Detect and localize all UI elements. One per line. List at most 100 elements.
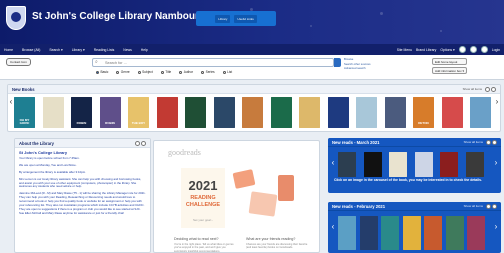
book-cover[interactable] (156, 97, 178, 128)
nav-home[interactable]: Home (4, 48, 13, 52)
banner-sparkle (440, 30, 442, 32)
book-cover[interactable] (356, 97, 377, 128)
book-cover[interactable] (440, 152, 458, 177)
set-goal-link[interactable]: Set your goal › (193, 218, 213, 222)
book-cover[interactable]: ROBIN (71, 97, 92, 128)
nav-news[interactable]: News (123, 48, 131, 52)
delete-icon[interactable] (491, 86, 496, 92)
book-cover[interactable] (359, 216, 378, 250)
edit-icon[interactable] (135, 140, 140, 146)
book-cover[interactable] (338, 216, 356, 250)
radio-basic[interactable]: Basic (96, 70, 108, 74)
nav-brand-library[interactable]: Brand Library (416, 48, 436, 52)
book-cover[interactable] (185, 97, 206, 128)
college-crest-logo (6, 6, 26, 30)
reading-challenge-box[interactable]: 2021 READING CHALLENGE Set your goal › (181, 168, 225, 228)
radio-subject[interactable]: Subject (137, 70, 153, 74)
march-caption: Click on an image in the carousel of the… (334, 178, 482, 182)
delete-icon[interactable] (492, 203, 497, 209)
nav-help[interactable]: Help (141, 48, 148, 52)
carousel-next-icon[interactable]: › (493, 222, 499, 231)
book-cover[interactable] (470, 97, 491, 128)
nav-site-menu[interactable]: Site Menu (397, 48, 412, 52)
about-paragraph: Your library is open before school from … (19, 155, 80, 160)
book-cover[interactable] (445, 216, 464, 250)
help-icon[interactable] (469, 46, 477, 53)
goodreads-caption-left: Deciding what to read next? (174, 237, 219, 241)
edit-icon[interactable] (486, 139, 491, 145)
book-cover[interactable] (424, 216, 442, 250)
book-cover[interactable] (42, 97, 64, 128)
book-cover[interactable]: THE BOY (128, 97, 149, 128)
book-cover[interactable] (363, 152, 382, 177)
february-carousel (338, 215, 491, 251)
book-cover[interactable] (384, 97, 406, 128)
book-cover[interactable] (414, 152, 433, 177)
radio-genre[interactable]: Genre (116, 70, 130, 74)
goodreads-widget: goodreads 2021 READING CHALLENGE Set you… (153, 140, 320, 253)
radio-series[interactable]: Series (201, 70, 215, 74)
challenge-title: READING CHALLENGE (185, 195, 221, 208)
carousel-prev-icon[interactable]: ‹ (330, 222, 336, 231)
banner-sparkle (380, 12, 383, 15)
book-cover[interactable] (402, 216, 421, 250)
nav-reading-lists[interactable]: Reading Lists (94, 48, 115, 52)
edit-layout-button[interactable]: Edit home layout (432, 58, 468, 65)
book-cover[interactable] (441, 97, 463, 128)
book-cover[interactable] (299, 97, 320, 128)
link-other-sources[interactable]: Search other sources (344, 62, 371, 66)
book-cover[interactable] (242, 97, 263, 128)
book-cover[interactable] (389, 152, 407, 177)
book-cover[interactable] (465, 152, 484, 177)
nav-login[interactable]: Login (492, 48, 500, 52)
link-advanced-search[interactable]: Advanced search (344, 66, 371, 70)
edit-icon[interactable] (486, 203, 491, 209)
new-books-carousel: OH MY GODS! ROBIN ROBIN THE BOY DETON (14, 96, 494, 130)
quick-link-useful[interactable]: Useful Links (234, 14, 257, 23)
nav-search[interactable]: Search ▾ (49, 48, 62, 52)
nav-library[interactable]: Library ▾ (72, 48, 85, 52)
book-cover-title: ROBIN (105, 121, 115, 125)
user-icon[interactable] (480, 46, 488, 53)
book-cover[interactable] (381, 216, 399, 250)
goodreads-text-left: You're in the right place. Tell us what … (174, 243, 234, 253)
edit-icon[interactable] (485, 86, 490, 92)
book-cover[interactable] (338, 152, 356, 177)
link-browse[interactable]: Browse (344, 57, 371, 61)
book-cover-title: ROBIN (76, 121, 87, 125)
goodreads-text-right: Chances are your friends are discussing … (246, 243, 308, 250)
book-cover[interactable] (270, 97, 292, 128)
february-title: New reads - February 2021 (332, 203, 386, 209)
carousel-next-icon[interactable]: › (494, 97, 500, 106)
contact-button[interactable]: Contact Icon (6, 58, 31, 66)
quick-link-library[interactable]: Library (215, 14, 231, 23)
radio-title[interactable]: Title (160, 70, 171, 74)
nav-right: Site Menu Brand Library Options ▾ Login (397, 46, 500, 53)
book-cover[interactable] (213, 97, 235, 128)
book-cover[interactable] (467, 216, 485, 250)
add-info-box-button[interactable]: Add information box ▾ (432, 67, 468, 74)
settings-icon[interactable] (458, 46, 466, 53)
book-cover[interactable]: DETON (413, 97, 434, 128)
book-cover[interactable] (327, 97, 349, 128)
nav-options[interactable]: Options ▾ (440, 48, 454, 52)
search-input[interactable] (92, 58, 334, 67)
new-books-see-all[interactable]: Show all items (463, 87, 482, 91)
search-go-button[interactable] (334, 58, 341, 67)
search-bar: Contact Icon ⌕ Browse Search other sourc… (0, 55, 504, 80)
search-links: Browse Search other sources Advanced sea… (344, 57, 371, 70)
new-books-title: New Books (12, 86, 35, 92)
february-see-all[interactable]: Show all items (464, 204, 483, 208)
carousel-next-icon[interactable]: › (493, 158, 499, 167)
book-cover[interactable]: OH MY GODS! (14, 97, 35, 128)
book-cover[interactable]: ROBIN (99, 97, 121, 128)
delete-icon[interactable] (141, 140, 146, 146)
delete-icon[interactable] (492, 139, 497, 145)
carousel-prev-icon[interactable]: ‹ (8, 97, 14, 106)
new-reads-february-panel: New reads - February 2021 Show all items… (328, 202, 501, 253)
radio-list[interactable]: List (222, 70, 232, 74)
march-see-all[interactable]: Show all items (464, 140, 483, 144)
radio-author[interactable]: Author (179, 70, 193, 74)
carousel-prev-icon[interactable]: ‹ (330, 158, 336, 167)
nav-browse[interactable]: Browse (All) (22, 48, 40, 52)
